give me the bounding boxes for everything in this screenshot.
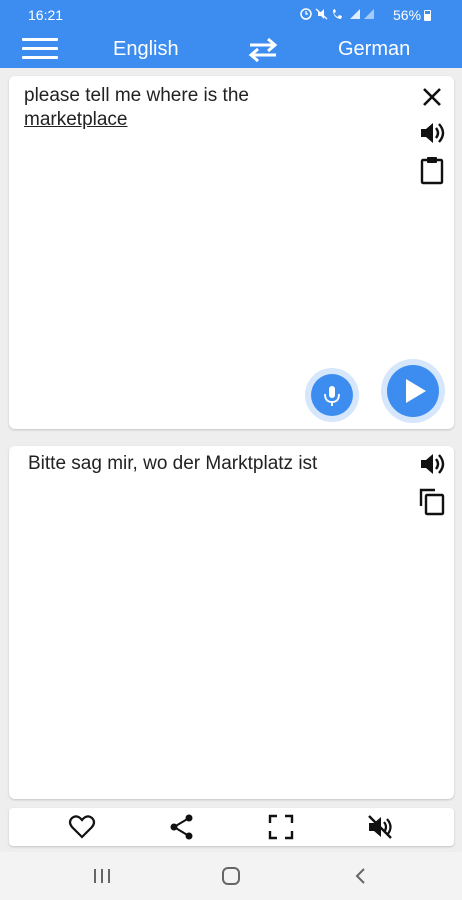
speaker-icon[interactable]	[417, 118, 447, 148]
share-icon[interactable]	[168, 813, 196, 841]
close-icon[interactable]	[417, 82, 447, 112]
battery-status: 56%	[393, 7, 432, 23]
clipboard-icon[interactable]	[417, 155, 447, 185]
status-icons	[300, 7, 386, 24]
input-text-field[interactable]: please tell me where is the marketplace	[24, 84, 404, 132]
system-nav-bar	[0, 852, 462, 900]
app-bar: 16:21 56% English German	[0, 0, 462, 68]
mic-icon	[311, 374, 353, 416]
status-time: 16:21	[28, 7, 64, 23]
translate-button[interactable]	[381, 359, 445, 423]
hamburger-menu-icon[interactable]	[22, 38, 58, 62]
mute-speaker-icon[interactable]	[366, 813, 394, 841]
input-card: please tell me where is the marketplace	[9, 76, 454, 429]
heart-icon[interactable]	[68, 813, 96, 841]
home-icon[interactable]	[219, 866, 243, 886]
input-text-line2: marketplace	[24, 109, 128, 130]
action-toolbar	[9, 808, 454, 846]
battery-percent: 56%	[393, 7, 422, 23]
back-icon[interactable]	[349, 866, 373, 886]
copy-icon[interactable]	[417, 486, 447, 516]
output-card: Bitte sag mir, wo der Marktplatz ist	[9, 446, 454, 799]
translation-text: Bitte sag mir, wo der Marktplatz ist	[28, 453, 318, 474]
mic-button[interactable]	[305, 368, 359, 422]
recents-icon[interactable]	[90, 866, 114, 886]
output-speaker-icon[interactable]	[417, 449, 447, 479]
input-text-line1: please tell me where is the	[24, 85, 249, 106]
battery-icon	[424, 10, 432, 21]
fullscreen-icon[interactable]	[267, 813, 295, 841]
status-indicator-icons	[300, 8, 374, 20]
swap-icon[interactable]	[244, 36, 282, 63]
source-language-button[interactable]: English	[113, 38, 179, 61]
play-icon	[387, 365, 439, 417]
target-language-button[interactable]: German	[338, 38, 410, 61]
